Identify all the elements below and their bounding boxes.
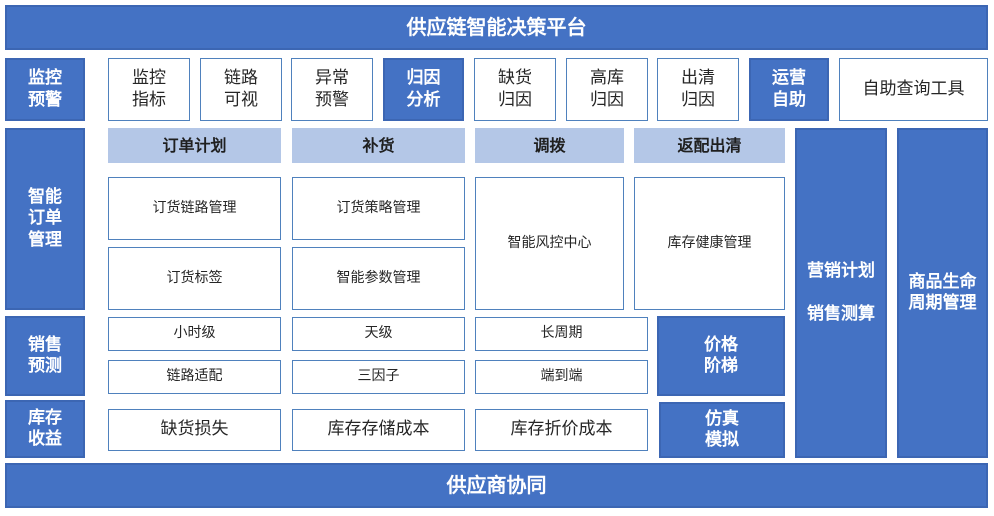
monitor-indicator-box: 监控 指标: [108, 58, 190, 121]
order-strategy-mgmt-box: 订货策略管理: [292, 177, 465, 240]
simulation-box: 仿真 模拟: [659, 402, 785, 458]
row-label-order: 智能 订单 管理: [5, 128, 85, 310]
marketing-plan-column: 营销计划 销售测算: [795, 128, 887, 458]
marketing-plan-label: 营销计划: [807, 260, 875, 281]
row-label-forecast: 销售 预测: [5, 316, 85, 396]
chain-adapt-box: 链路适配: [108, 360, 281, 394]
discount-cost-box: 库存折价成本: [475, 409, 648, 451]
self-query-tool-box: 自助查询工具: [839, 58, 988, 121]
risk-control-center-box: 智能风控中心: [475, 177, 624, 310]
price-ladder-box: 价格 阶梯: [657, 316, 785, 396]
column-header-return-clearance: 返配出清: [634, 128, 785, 163]
forecast-hourly-box: 小时级: [108, 317, 281, 351]
clearance-attribution-box: 出清 归因: [657, 58, 739, 121]
storage-cost-box: 库存存储成本: [292, 409, 465, 451]
row-label-monitor: 监控 预警: [5, 58, 85, 121]
platform-title: 供应链智能决策平台: [5, 5, 988, 50]
stockout-attribution-box: 缺货 归因: [474, 58, 556, 121]
column-header-replenish: 补货: [292, 128, 465, 163]
supplier-collaboration-bar: 供应商协同: [5, 463, 988, 508]
end-to-end-box: 端到端: [475, 360, 648, 394]
three-factor-box: 三因子: [292, 360, 465, 394]
attribution-analysis-box: 归因 分析: [383, 58, 464, 121]
column-header-transfer: 调拨: [475, 128, 624, 163]
forecast-daily-box: 天级: [292, 317, 465, 351]
row-label-inventory: 库存 收益: [5, 400, 85, 458]
sales-calc-label: 销售测算: [807, 304, 875, 324]
chain-visible-box: 链路 可视: [200, 58, 282, 121]
order-chain-mgmt-box: 订货链路管理: [108, 177, 281, 240]
stockout-loss-box: 缺货损失: [108, 409, 281, 451]
inventory-health-mgmt-box: 库存健康管理: [634, 177, 785, 310]
ops-self-service-box: 运营 自助: [749, 58, 829, 121]
high-stock-attribution-box: 高库 归因: [566, 58, 648, 121]
forecast-long-period-box: 长周期: [475, 317, 648, 351]
product-lifecycle-mgmt-box: 商品生命 周期管理: [897, 128, 988, 458]
order-tag-box: 订货标签: [108, 247, 281, 310]
column-header-order-plan: 订单计划: [108, 128, 281, 163]
smart-param-mgmt-box: 智能参数管理: [292, 247, 465, 310]
anomaly-alert-box: 异常 预警: [291, 58, 373, 121]
